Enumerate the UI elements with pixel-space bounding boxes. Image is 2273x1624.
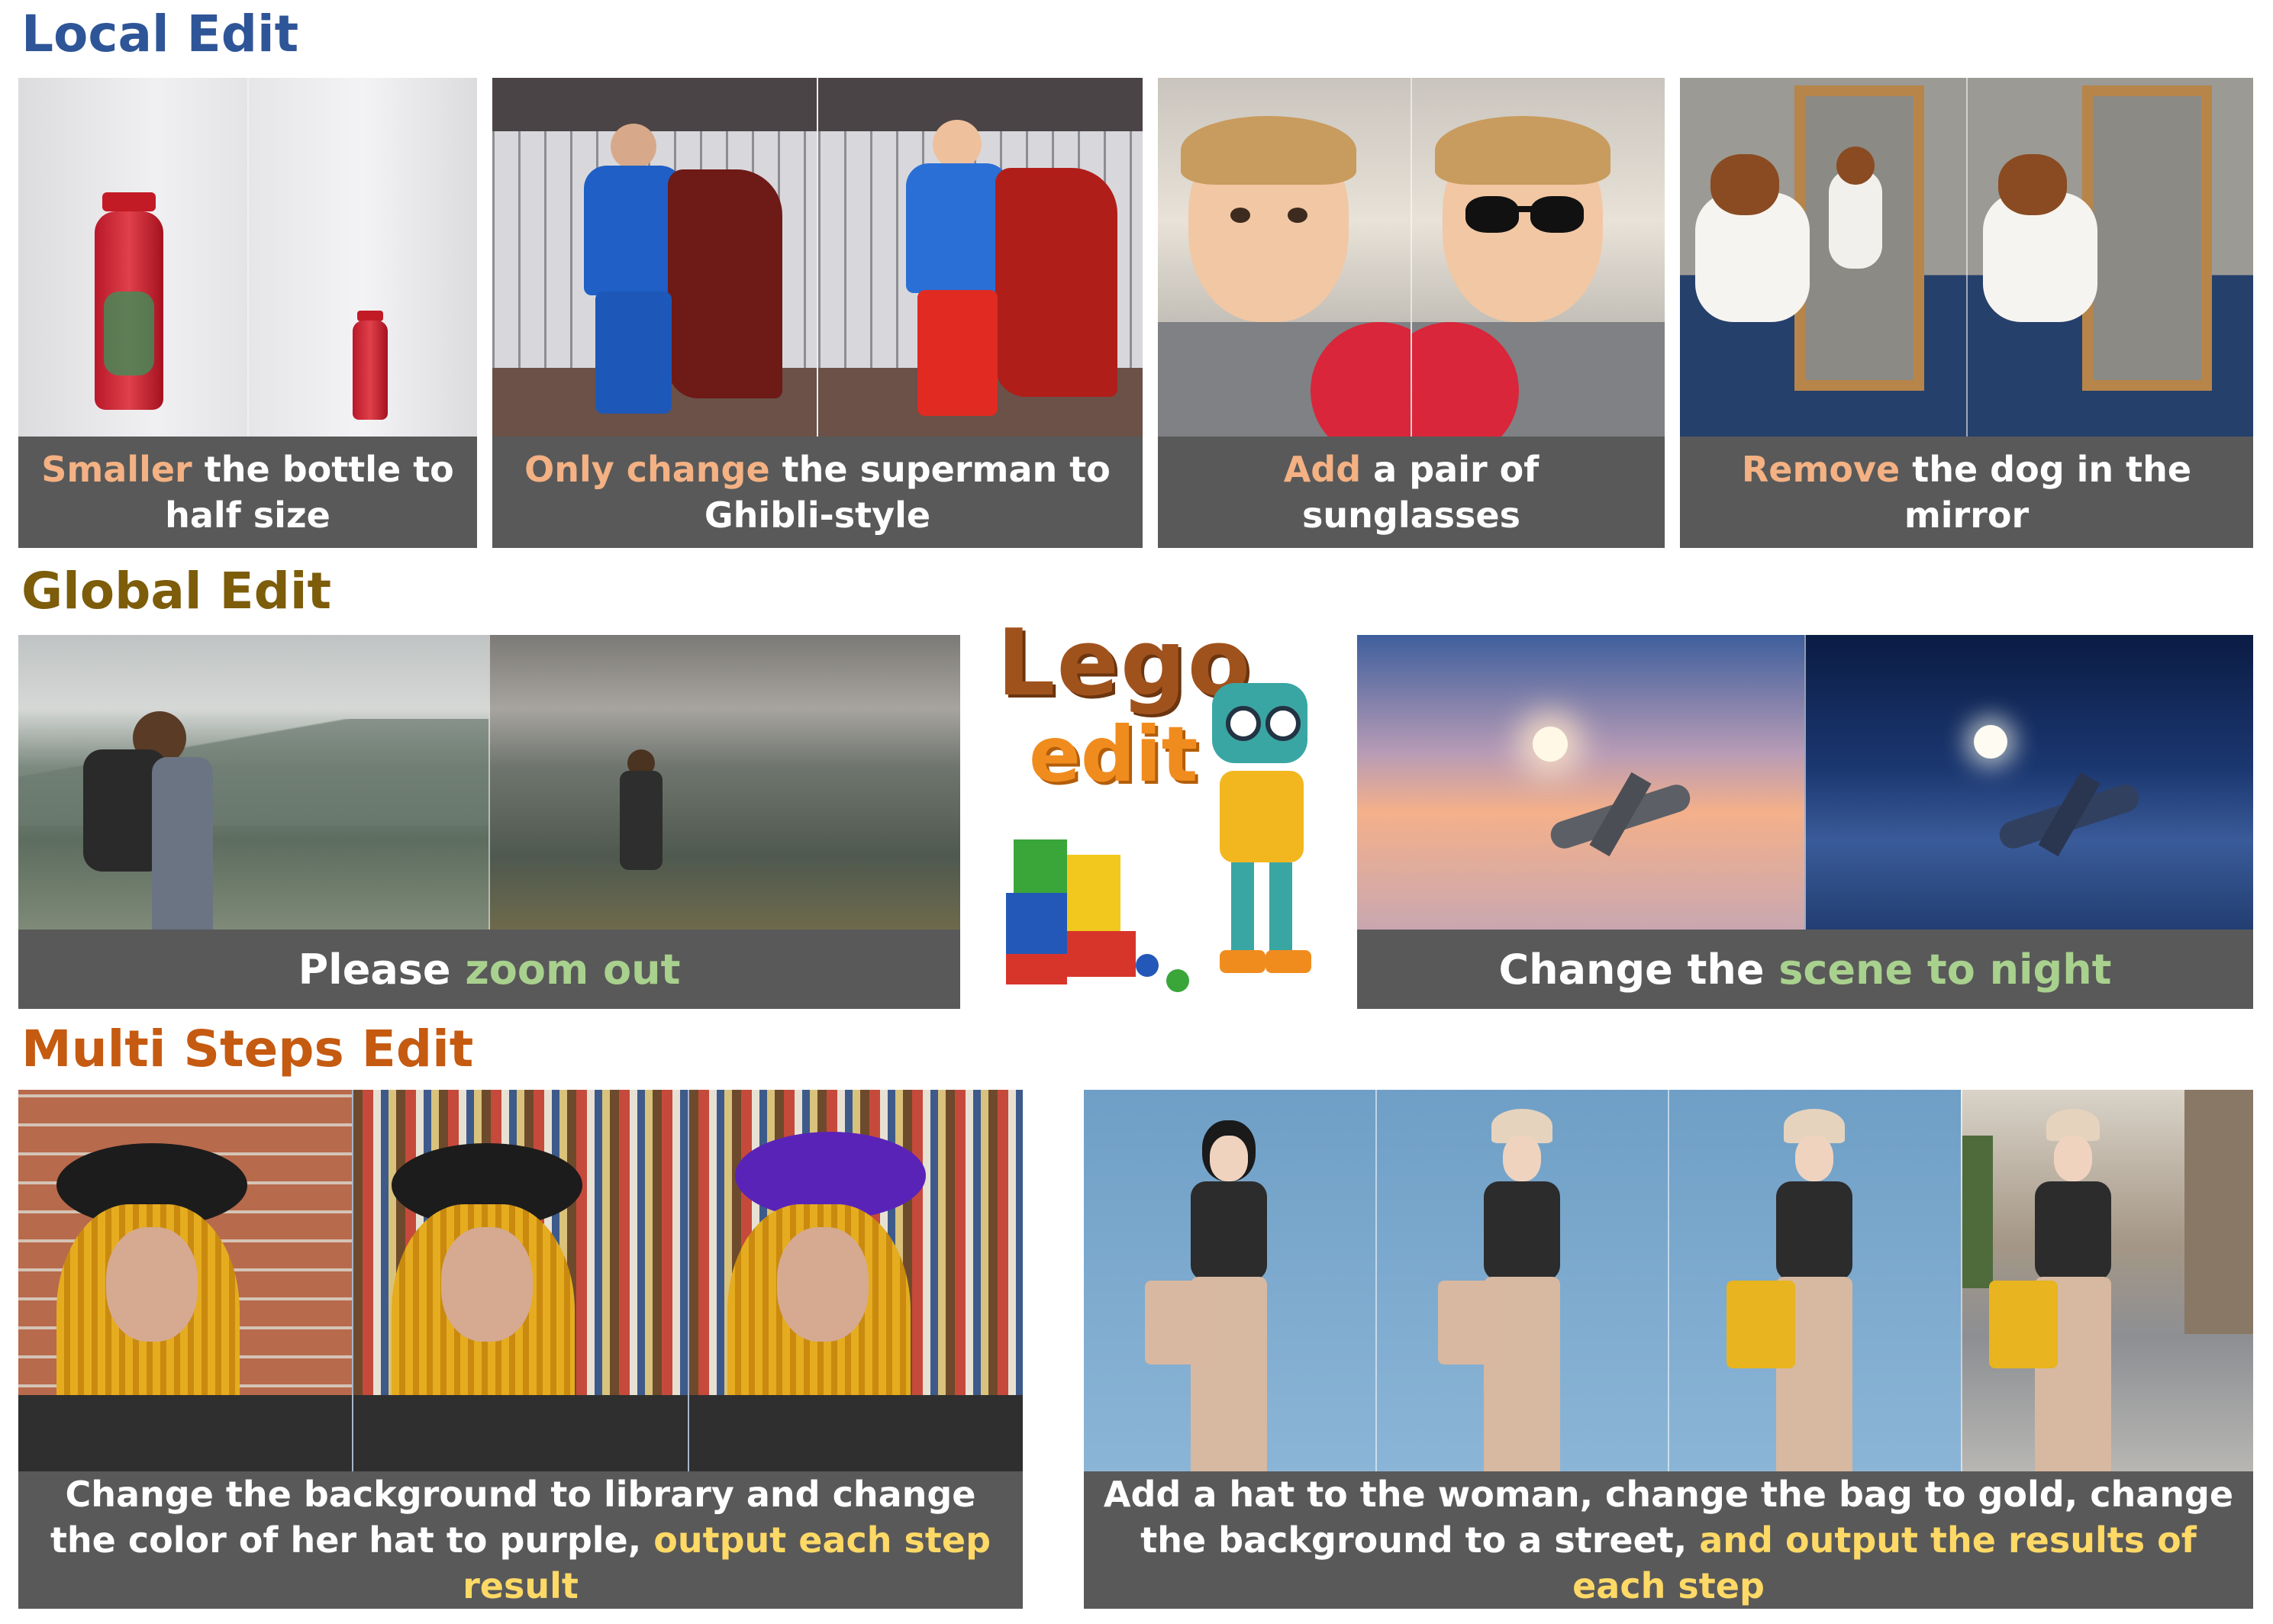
caption-bottle: Smaller the bottle to half size [18,437,477,548]
image-step-1 [352,1090,688,1471]
local-edit-panel-bottle: Smaller the bottle to half size [18,78,477,548]
caption-highlight: Only change [524,449,770,490]
superman-figure-icon [611,124,656,169]
image-after [1965,78,2253,437]
multi-steps-panel-street: Add a hat to the woman, change the bag t… [1084,1090,2253,1609]
image-step-3 [1960,1090,2253,1471]
local-edit-panel-superman: Only change the superman to Ghibli-style [492,78,1143,548]
local-edit-panel-sunglasses: Add a pair of sunglasses [1158,78,1665,548]
image-before [1158,78,1411,437]
image-after [1804,635,2253,930]
image-after [488,635,960,930]
caption-library: Change the background to library and cha… [18,1471,1023,1609]
logo-word-edit: edit [1029,710,1198,799]
sun-icon [1533,727,1568,762]
caption-text: Please [298,945,466,994]
caption-text: the dog in the mirror [1900,449,2192,536]
caption-highlight: Smaller [41,449,192,490]
section-title-multi-steps-edit: Multi Steps Edit [21,1020,474,1078]
caption-highlight: scene to night [1778,945,2112,994]
building-icon [2184,1090,2253,1334]
caption-zoom-out: Please zoom out [18,930,960,1009]
image-step-2 [687,1090,1023,1471]
image-before [1680,78,1966,437]
superman-ghibli-icon [933,120,982,169]
caption-street: Add a hat to the woman, change the bag t… [1084,1471,2253,1609]
image-step-1 [1375,1090,1668,1471]
caption-highlight: Remove [1741,449,1901,490]
bag-beige-icon [1145,1281,1210,1365]
image-before [492,78,817,437]
local-edit-panel-dog: Remove the dog in the mirror [1680,78,2253,548]
image-before [18,78,247,437]
caption-dog: Remove the dog in the mirror [1680,437,2253,548]
caption-sunglasses: Add a pair of sunglasses [1158,437,1665,548]
image-before [18,635,488,930]
caption-text: Change the [1498,945,1779,994]
global-edit-panel-zoom-out: Please zoom out [18,635,960,1009]
caption-superman: Only change the superman to Ghibli-style [492,437,1143,548]
section-title-local-edit: Local Edit [21,5,299,63]
image-step-2 [1668,1090,1961,1471]
bottle-small-icon [356,311,383,321]
image-step-0 [18,1090,353,1471]
sunglasses-icon [1465,196,1519,233]
moon-icon [1974,725,2007,759]
image-after [817,78,1143,437]
image-after [1411,78,1665,437]
caption-text: the bottle to half size [165,449,454,536]
multi-steps-panel-library: Change the background to library and cha… [18,1090,1023,1609]
eye-icon [1230,208,1250,223]
section-title-global-edit: Global Edit [21,562,332,620]
caption-highlight: zoom out [465,945,681,994]
lego-bricks-icon [1014,839,1067,893]
image-step-0 [1084,1090,1375,1471]
image-before [1357,635,1804,930]
caption-highlight: Add [1283,449,1362,490]
bottle-large-icon [102,192,156,211]
bag-gold-icon [1727,1281,1795,1368]
global-edit-panel-night: Change the scene to night [1357,635,2253,1009]
lego-edit-logo: Lego edit [983,595,1334,1007]
image-after [247,78,477,437]
caption-night: Change the scene to night [1357,930,2253,1009]
